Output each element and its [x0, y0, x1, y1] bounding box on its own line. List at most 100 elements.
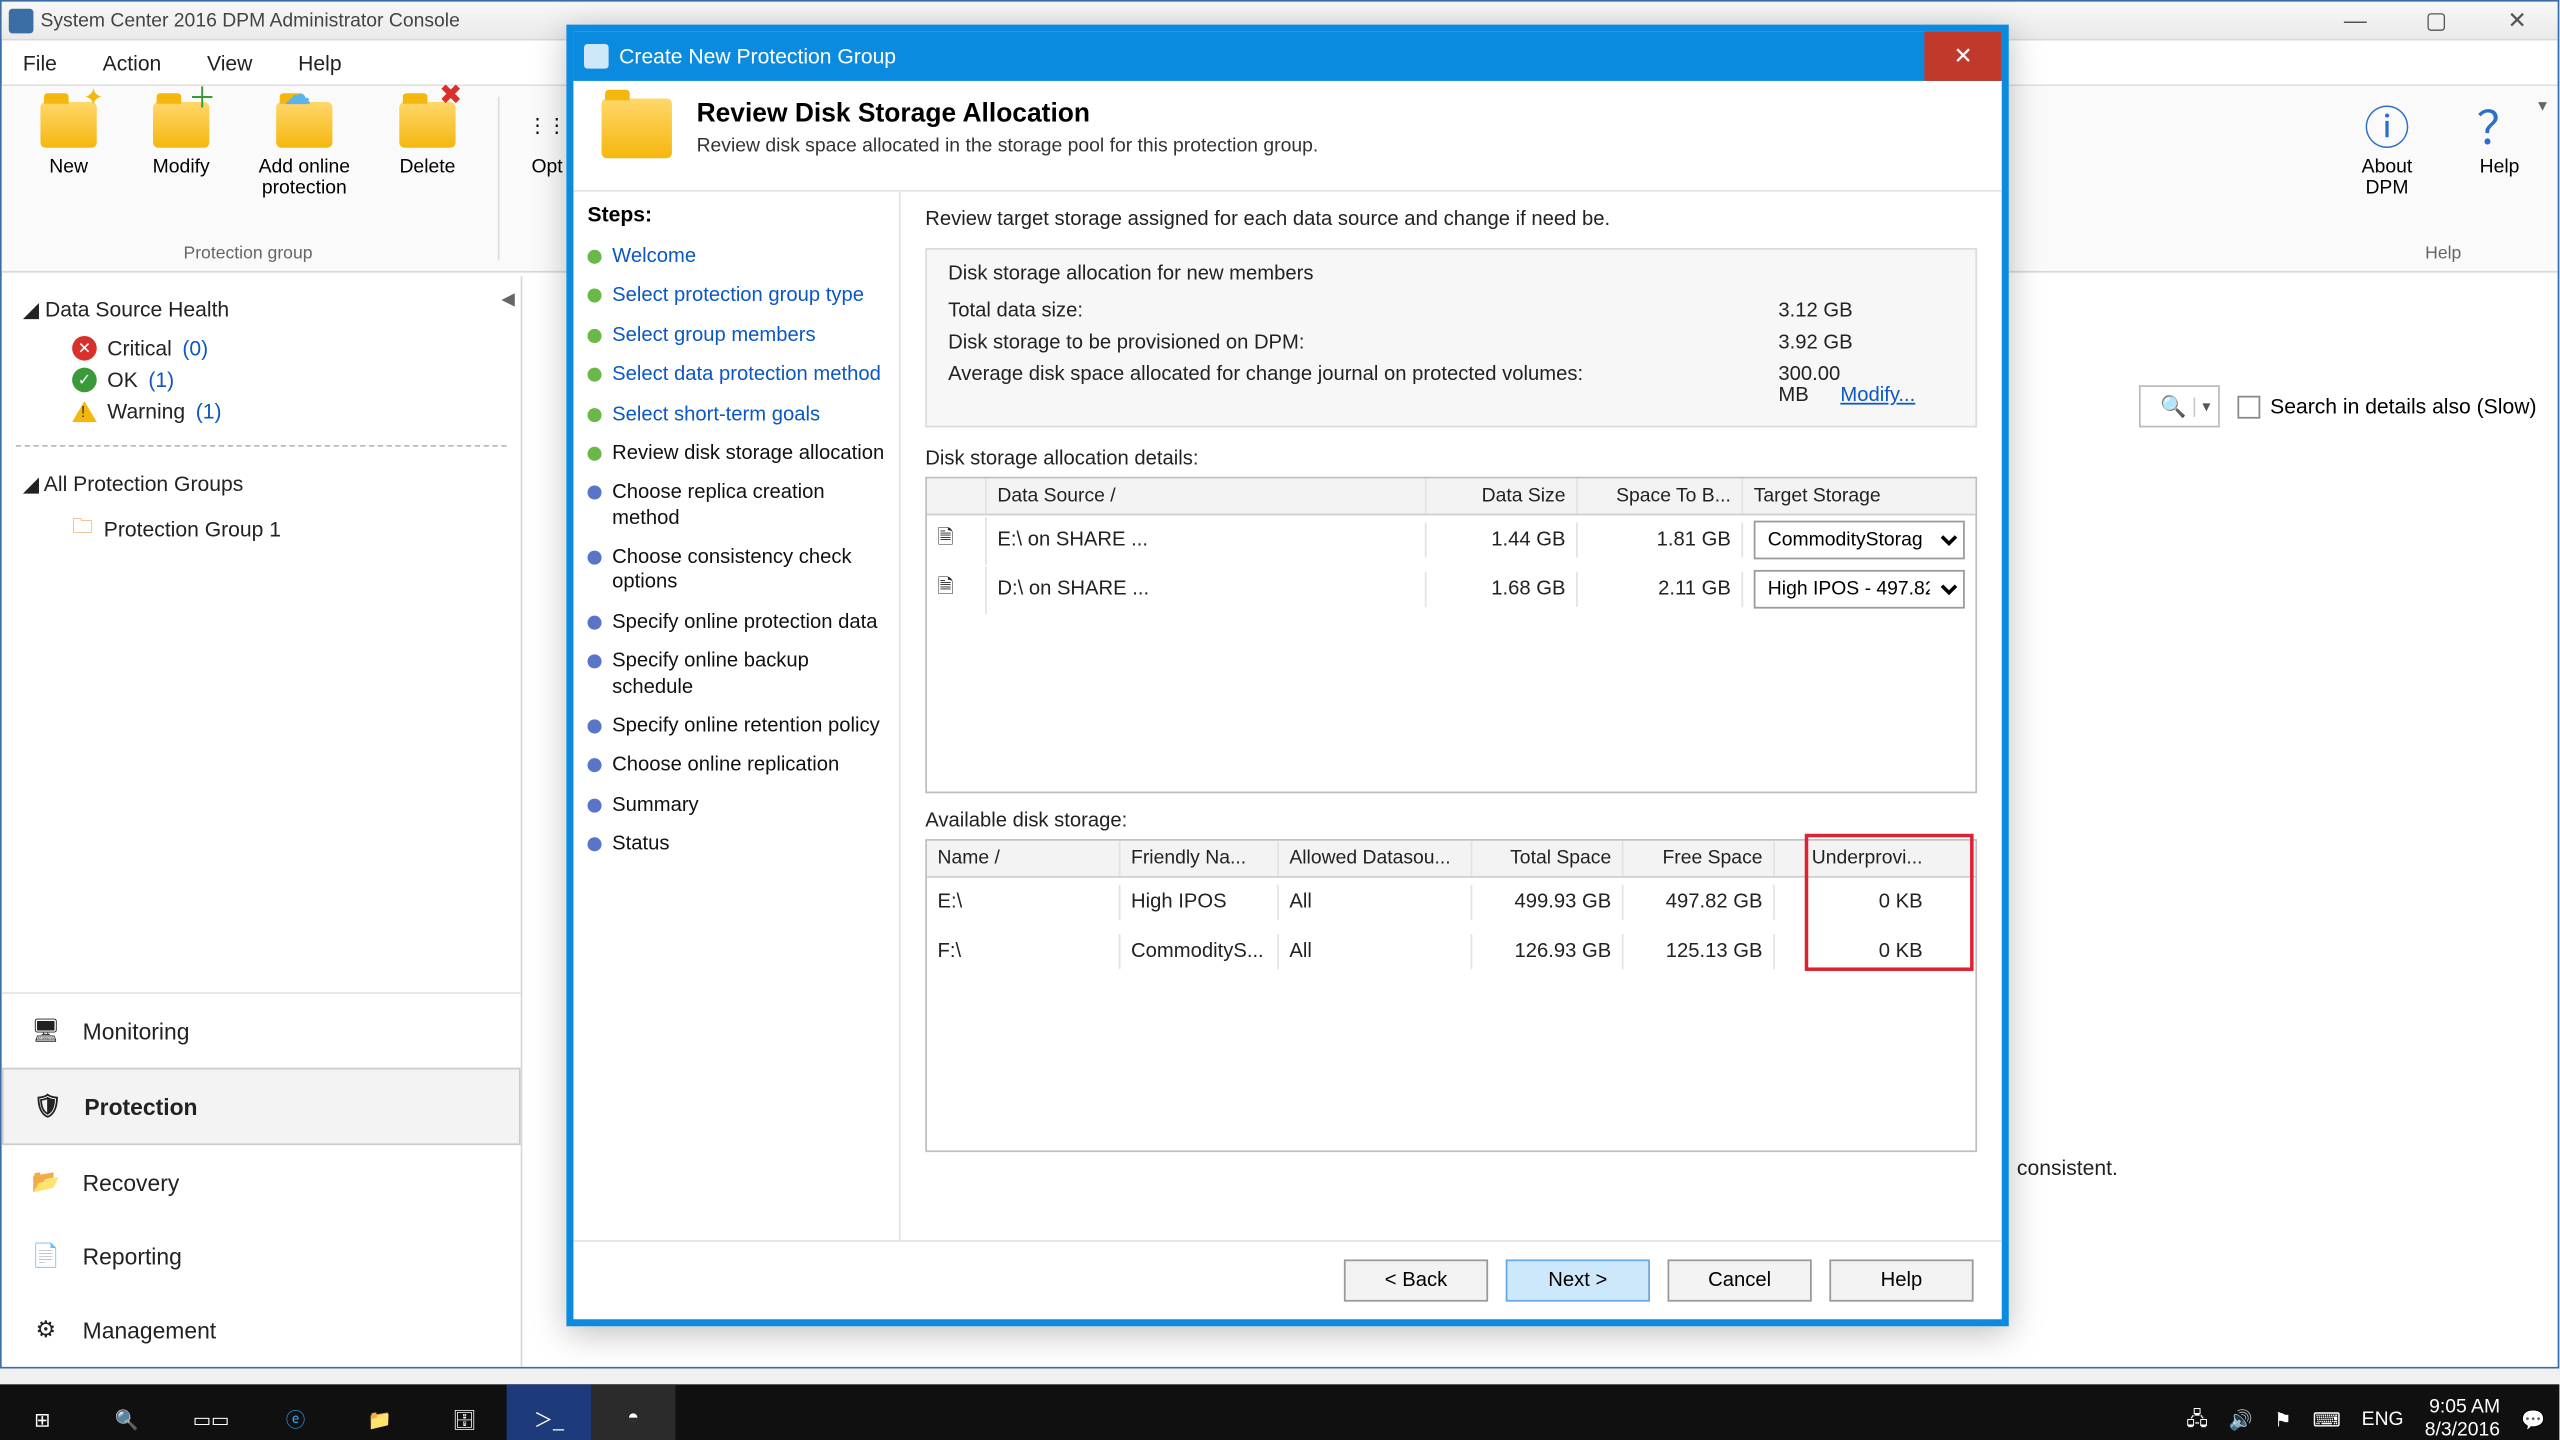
alloc-row-datasource: D:\ on SHARE ... [987, 572, 1427, 607]
taskbar-search-button[interactable]: 🔍 [84, 1384, 168, 1440]
nav-reporting[interactable]: 📄 Reporting [2, 1219, 521, 1293]
window-maximize-button[interactable]: ▢ [2396, 1, 2477, 40]
avail-row[interactable]: E:\High IPOSAll499.93 GB497.82 GB0 KB [927, 878, 1975, 927]
wizard-step-3[interactable]: Select data protection method [588, 356, 885, 395]
step-bullet-icon [588, 759, 602, 773]
tray-language[interactable]: ENG [2362, 1409, 2404, 1430]
window-close-button[interactable]: ✕ [2477, 1, 2558, 40]
next-button[interactable]: Next > [1506, 1259, 1650, 1301]
wizard-step-2[interactable]: Select group members [588, 316, 885, 355]
alloc-col-datasource[interactable]: Data Source / [987, 478, 1427, 513]
step-label: Review disk storage allocation [612, 441, 884, 466]
alloc-col-size[interactable]: Data Size [1427, 478, 1578, 513]
tree-groups-header[interactable]: ◢ All Protection Groups [16, 464, 507, 506]
ribbon-collapse-caret-icon[interactable]: ▾ [2538, 97, 2547, 116]
menu-file[interactable]: File [16, 47, 64, 79]
step-label: Select group members [612, 323, 816, 348]
menu-action[interactable]: Action [96, 47, 169, 79]
task-view-button[interactable]: ▭▭ [169, 1384, 253, 1440]
tray-security-icon[interactable]: ⚑ [2274, 1408, 2291, 1431]
wizard-step-8: Specify online protection data [588, 603, 885, 642]
ribbon-modify-button[interactable]: ＋ Modify [128, 93, 234, 202]
target-storage-select[interactable]: High IPOS - 497.82 [1754, 570, 1965, 609]
taskbar-ie-icon[interactable]: ⓔ [253, 1384, 337, 1440]
avail-col-friendly[interactable]: Friendly Na... [1120, 841, 1278, 876]
ribbon-help-label: Help [2480, 157, 2520, 178]
tree-group-1[interactable]: 🗀 Protection Group 1 [33, 507, 506, 551]
wizard-step-0[interactable]: Welcome [588, 237, 885, 276]
modify-link[interactable]: Modify... [1840, 385, 1915, 406]
alloc-col-target[interactable]: Target Storage [1743, 478, 1975, 513]
step-label: Choose online replication [612, 753, 839, 778]
step-bullet-icon [588, 250, 602, 264]
ribbon-add-online-button[interactable]: ☁ Add online protection [241, 93, 368, 202]
avail-row-friendly: CommodityS... [1120, 934, 1278, 969]
menu-view[interactable]: View [200, 47, 259, 79]
search-dropdown-icon[interactable]: ▾ [2194, 397, 2218, 416]
tree-health-header[interactable]: ◢ Data Source Health [16, 290, 507, 332]
search-input[interactable]: 🔍 ▾ [2138, 385, 2219, 427]
step-label: Choose replica creation method [612, 481, 885, 532]
avail-col-free[interactable]: Free Space [1624, 841, 1775, 876]
ribbon-delete-button[interactable]: ✖ Delete [375, 93, 481, 202]
wizard-step-12: Summary [588, 786, 885, 825]
menu-help[interactable]: Help [291, 47, 348, 79]
alloc-row-space: 2.11 GB [1578, 572, 1743, 607]
wizard-step-13: Status [588, 825, 885, 864]
tray-notifications-icon[interactable]: 💬 [2521, 1408, 2545, 1431]
ribbon-new-button[interactable]: ✦ New [16, 93, 122, 202]
alloc-col-space[interactable]: Space To B... [1578, 478, 1743, 513]
nav-recovery[interactable]: 📂 Recovery [2, 1145, 521, 1219]
nav-reporting-label: Reporting [83, 1243, 182, 1269]
avail-col-allowed[interactable]: Allowed Datasou... [1279, 841, 1472, 876]
tree-warning-label: Warning [107, 399, 185, 424]
search-slow-checkbox[interactable]: Search in details also (Slow) [2237, 394, 2537, 419]
step-bullet-icon [588, 837, 602, 851]
avail-col-name[interactable]: Name / [927, 841, 1120, 876]
avail-col-under[interactable]: Underprovi... [1775, 841, 1933, 876]
wizard-step-1[interactable]: Select protection group type [588, 277, 885, 316]
step-label: Select data protection method [612, 363, 881, 388]
alloc-row[interactable]: 🗎D:\ on SHARE ...1.68 GB2.11 GBHigh IPOS… [927, 565, 1975, 614]
taskbar-dpm-icon[interactable]: ◓ [591, 1384, 675, 1440]
pane-collapse-icon[interactable]: ◀ [501, 290, 515, 309]
avail-col-total[interactable]: Total Space [1472, 841, 1623, 876]
ribbon-about-label: About DPM [2338, 157, 2437, 200]
tray-volume-icon[interactable]: 🔊 [2229, 1408, 2253, 1431]
nav-monitoring-label: Monitoring [83, 1018, 190, 1044]
taskbar-powershell-icon[interactable]: ＞_ [507, 1384, 591, 1440]
nav-protection[interactable]: 🛡 Protection [2, 1068, 521, 1145]
avail-row[interactable]: F:\CommodityS...All126.93 GB125.13 GB0 K… [927, 927, 1975, 976]
wizard-steps-pane: Steps: WelcomeSelect protection group ty… [573, 192, 900, 1240]
wizard-step-4[interactable]: Select short-term goals [588, 395, 885, 434]
taskbar-server-manager-icon[interactable]: 🗄 [422, 1384, 506, 1440]
ribbon-about-button[interactable]: ⓘ About DPM [2334, 93, 2440, 202]
ribbon-new-label: New [49, 157, 88, 178]
ribbon-help-button[interactable]: ？ Help [2447, 93, 2553, 202]
nav-protection-label: Protection [84, 1093, 197, 1119]
nav-monitoring[interactable]: 🖥 Monitoring [2, 994, 521, 1068]
avail-row-name: E:\ [927, 885, 1120, 920]
wizard-step-5[interactable]: Review disk storage allocation [588, 434, 885, 473]
tree-ok[interactable]: ✓ OK (1) [33, 364, 506, 396]
tree-critical[interactable]: ✕ Critical (0) [33, 332, 506, 364]
step-bullet-icon [588, 289, 602, 303]
nav-management[interactable]: ⚙ Management [2, 1293, 521, 1367]
window-minimize-button[interactable]: — [2315, 1, 2396, 40]
start-button[interactable]: ⊞ [0, 1384, 84, 1440]
alloc-col-icon[interactable] [927, 478, 987, 513]
nav-recovery-label: Recovery [83, 1169, 180, 1195]
dialog-close-button[interactable]: ✕ [1924, 32, 2001, 81]
target-storage-select[interactable]: CommodityStorag [1754, 521, 1965, 560]
tray-keyboard-icon[interactable]: ⌨ [2313, 1408, 2341, 1431]
tree-warning[interactable]: Warning (1) [33, 396, 506, 428]
checkbox-icon [2237, 395, 2260, 418]
avail-row-name: F:\ [927, 934, 1120, 969]
alloc-row[interactable]: 🗎E:\ on SHARE ...1.44 GB1.81 GBCommodity… [927, 515, 1975, 564]
tray-clock[interactable]: 9:05 AM 8/3/2016 [2425, 1397, 2500, 1440]
taskbar-explorer-icon[interactable]: 📁 [338, 1384, 422, 1440]
dialog-help-button[interactable]: Help [1829, 1259, 1973, 1301]
cancel-button[interactable]: Cancel [1668, 1259, 1812, 1301]
tray-network-icon[interactable]: 🖧 [2186, 1403, 2208, 1436]
back-button[interactable]: < Back [1344, 1259, 1488, 1301]
